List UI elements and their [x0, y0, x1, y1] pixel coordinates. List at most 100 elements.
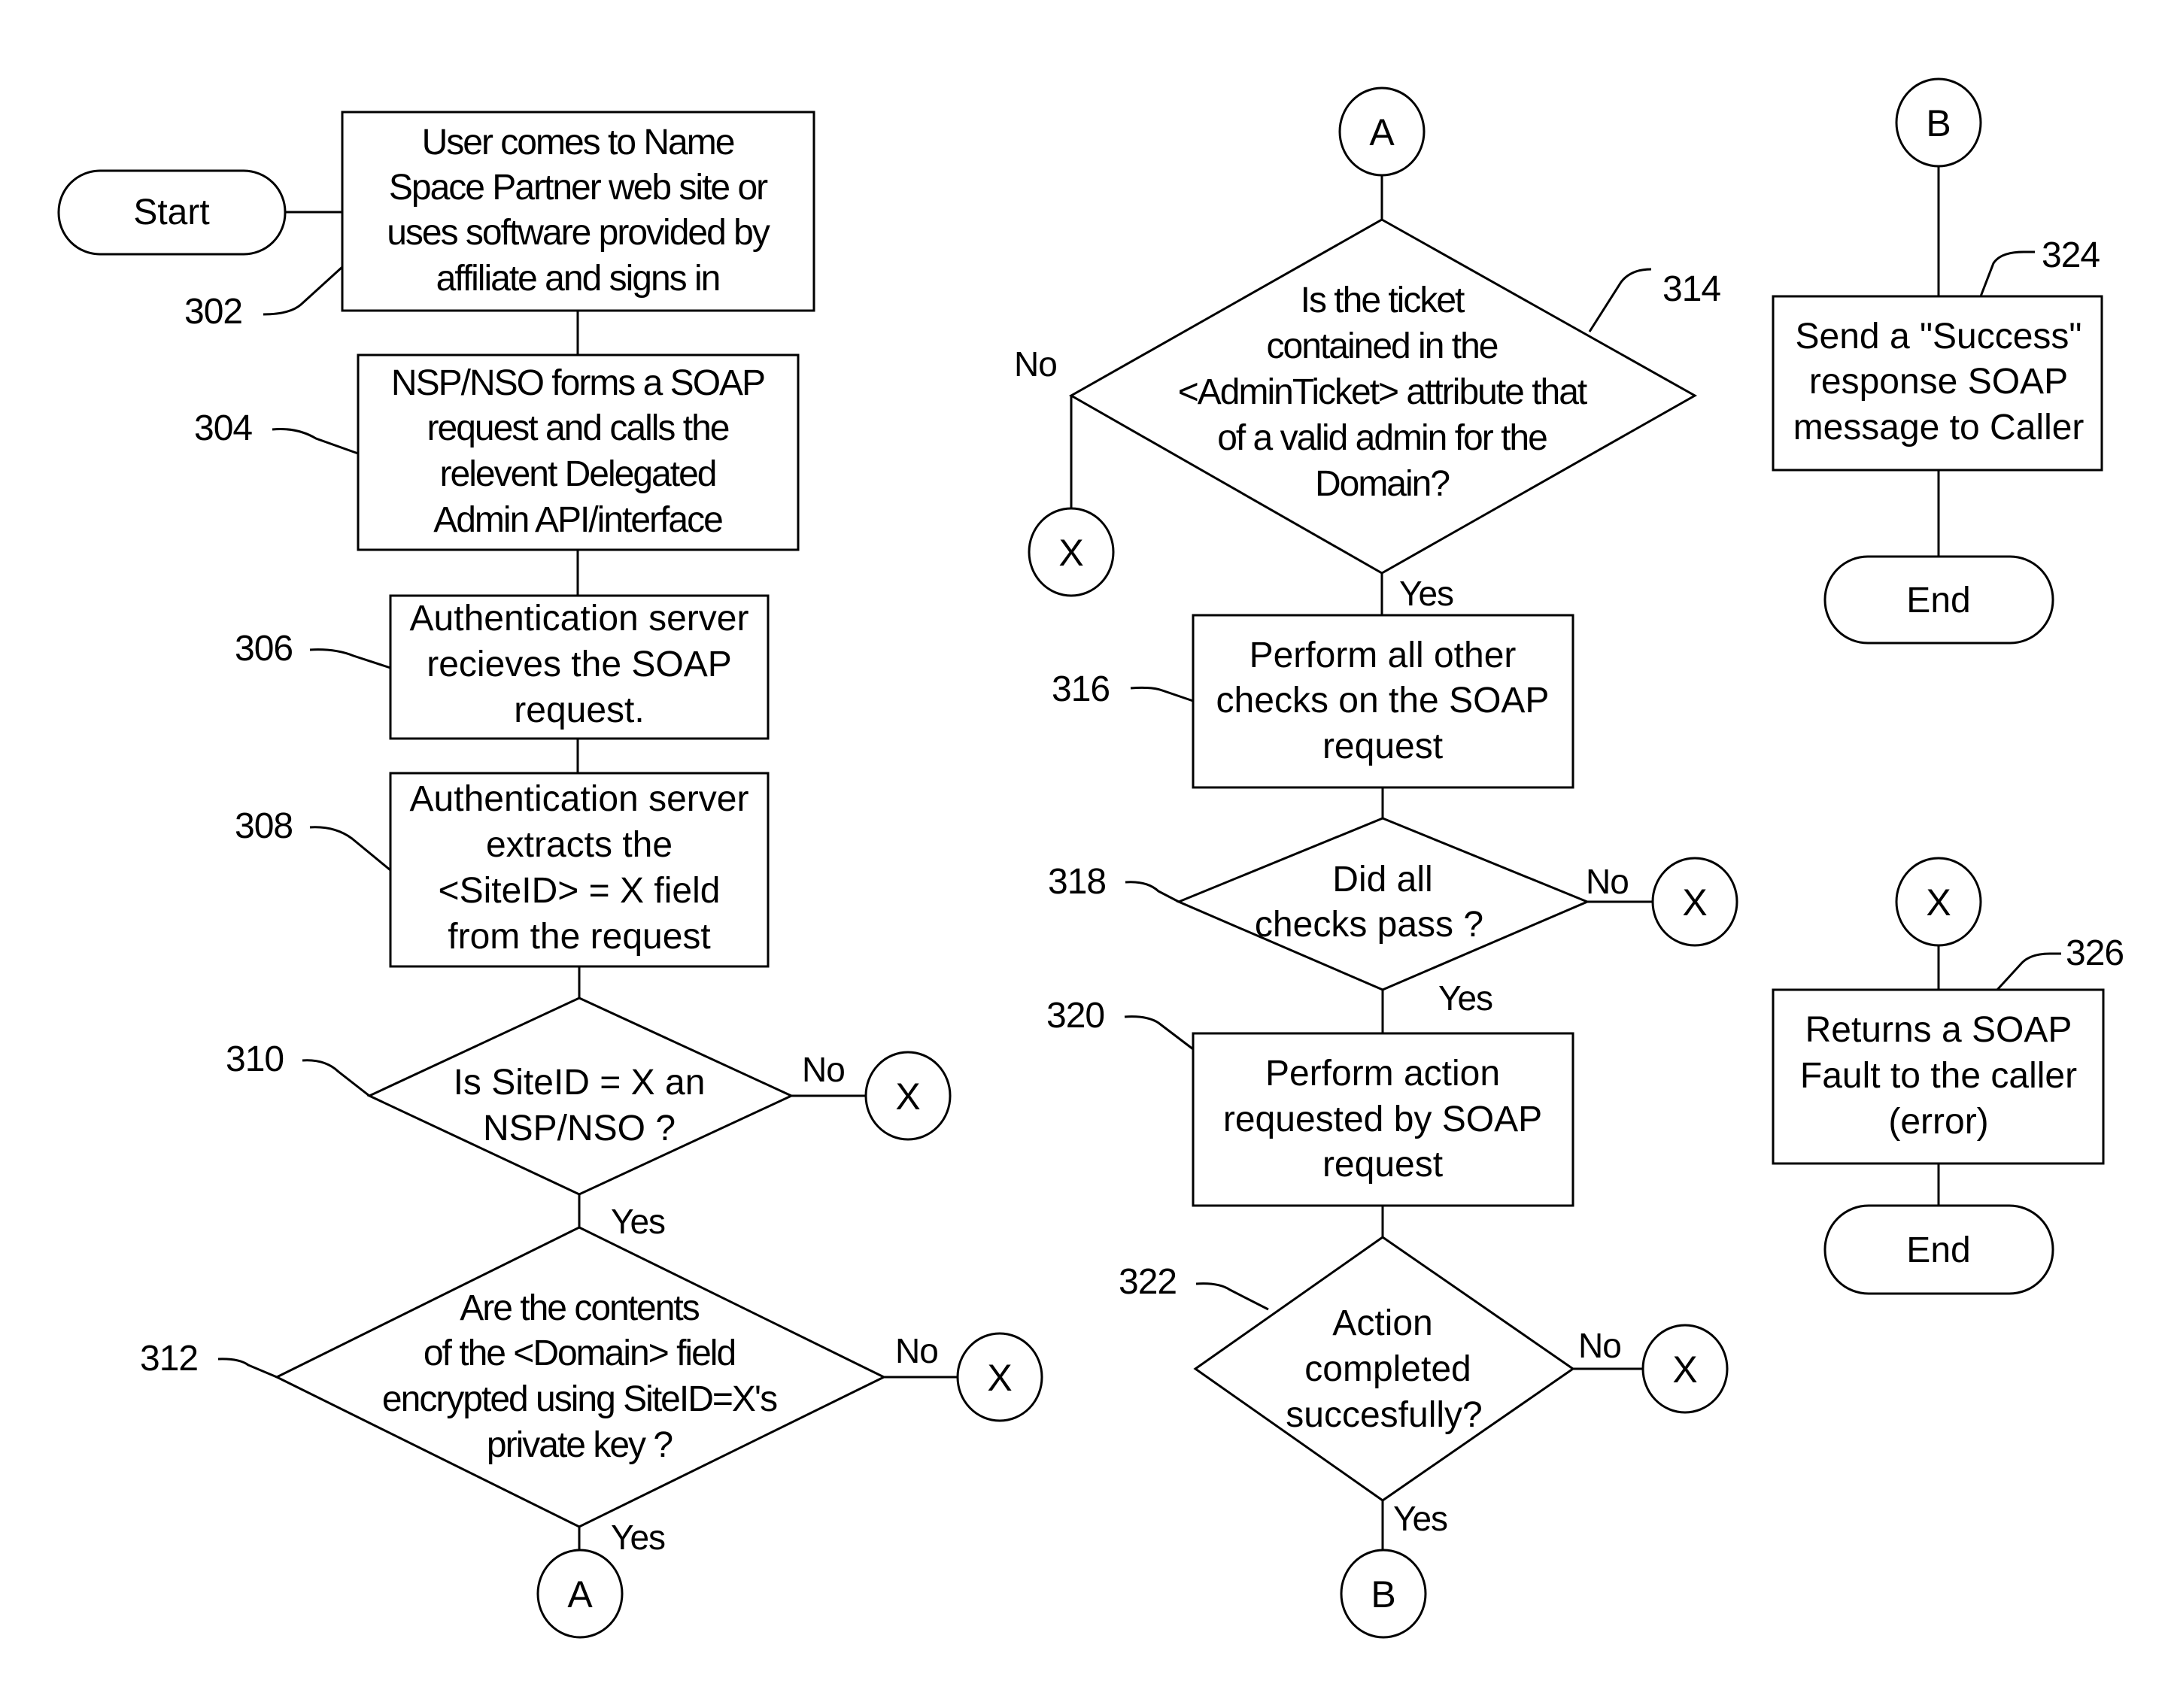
step-306-box: Authentication server recieves the SOAP … [389, 594, 770, 740]
decision-314-line: Domain? [1315, 464, 1449, 504]
connector-x: X [1895, 857, 1982, 947]
decision-318-line: checks pass ? [1255, 905, 1483, 945]
yes-label: Yes [611, 1518, 665, 1557]
connector-x-label: X [1682, 881, 1707, 924]
step-302-line: User comes to Name [422, 123, 734, 162]
step-304-line: request and calls the [427, 408, 729, 448]
step-320-line: Perform action [1265, 1054, 1500, 1094]
ref-320: 320 [1046, 996, 1104, 1036]
decision-310: Is SiteID = X an NSP/NSO ? [366, 997, 794, 1196]
connector-x-label: X [895, 1075, 920, 1118]
ref-308: 308 [235, 806, 293, 846]
step-304-line: NSP/NSO forms a SOAP [391, 363, 764, 403]
step-308-line: Authentication server [410, 779, 749, 819]
connector-b: B [1895, 77, 1982, 168]
connector-x: X [1651, 857, 1738, 947]
step-326-line: Fault to the caller [1800, 1056, 2077, 1096]
ref-320-leader [1124, 1015, 1194, 1051]
step-320-line: request [1322, 1145, 1443, 1185]
step-316-line: request [1322, 727, 1443, 766]
no-label: No [895, 1331, 938, 1370]
ref-318-leader [1125, 881, 1180, 903]
ref-314: 314 [1662, 269, 1720, 309]
step-306-line: Authentication server [410, 599, 749, 639]
step-306-line: request. [514, 690, 644, 730]
connector-x: X [864, 1051, 952, 1141]
decision-322-line: succesfully? [1286, 1395, 1482, 1435]
decision-318-line: Did all [1332, 860, 1432, 900]
ref-310-leader [302, 1059, 370, 1097]
step-302-box: User comes to Name Space Partner web sit… [341, 111, 815, 312]
no-label: No [1578, 1326, 1621, 1365]
decision-312-line: Are the contents [460, 1288, 700, 1328]
ref-304-leader [272, 428, 359, 455]
connector-x-label: X [1926, 881, 1951, 924]
step-316-box: Perform all other checks on the SOAP req… [1192, 614, 1574, 789]
connector-a-label: A [1369, 111, 1395, 153]
start-terminal: Start [57, 169, 287, 256]
ref-310: 310 [226, 1039, 284, 1079]
yes-label: Yes [1399, 574, 1453, 613]
decision-314: Is the ticket contained in the <AdminTic… [1068, 218, 1698, 575]
flowchart: Start User comes to Name Space Partner w… [57, 77, 2124, 1639]
decision-314-line: <AdminTicket> attribute that [1178, 372, 1587, 412]
ref-322-leader [1195, 1282, 1269, 1311]
connector-x: X [1641, 1324, 1729, 1414]
ref-326: 326 [2066, 933, 2124, 973]
no-label: No [1014, 344, 1057, 384]
decision-322-line: completed [1304, 1349, 1471, 1389]
step-326-line: (error) [1888, 1102, 1988, 1142]
step-308-line: extracts the [486, 825, 673, 865]
step-302-line: uses software provided by [387, 213, 770, 253]
connector-x-label: X [987, 1357, 1012, 1399]
ref-326-leader [1996, 952, 2061, 991]
no-label: No [802, 1050, 845, 1089]
ref-322: 322 [1119, 1262, 1177, 1302]
end-label: End [1906, 581, 1970, 620]
step-316-line: checks on the SOAP [1216, 681, 1550, 721]
connector-x-label: X [1058, 532, 1083, 574]
step-324-line: message to Caller [1793, 408, 2084, 447]
decision-310-line: Is SiteID = X an [454, 1063, 706, 1103]
ref-306: 306 [235, 629, 293, 669]
step-304-box: NSP/NSO forms a SOAP request and calls t… [357, 353, 800, 551]
end-label: End [1906, 1230, 1970, 1270]
connector-a: A [1338, 86, 1426, 177]
yes-label: Yes [1438, 978, 1492, 1018]
connector-x: X [956, 1332, 1043, 1422]
step-304-line: relevent Delegated [440, 454, 716, 494]
step-324-line: response SOAP [1809, 362, 2068, 402]
decision-312-line: private key ? [487, 1425, 672, 1465]
step-308-line: from the request [448, 917, 711, 957]
connector-a: A [536, 1549, 624, 1639]
step-306-line: recieves the SOAP [427, 645, 732, 684]
end-terminal-success: End [1823, 555, 2054, 645]
yes-label: Yes [611, 1202, 665, 1241]
step-326-line: Returns a SOAP [1805, 1010, 2072, 1050]
step-302-line: affiliate and signs in [436, 259, 720, 299]
decision-312-line: of the <Domain> field [424, 1333, 735, 1373]
step-308-box: Authentication server extracts the <Site… [389, 772, 770, 968]
ref-314-leader [1588, 268, 1652, 332]
decision-310-line: NSP/NSO ? [483, 1109, 676, 1148]
start-label: Start [133, 193, 209, 232]
connector-b-label: B [1926, 102, 1951, 144]
decision-312-line: encrypted using SiteID=X's [382, 1379, 777, 1419]
decision-314-line: of a valid admin for the [1217, 418, 1547, 458]
decision-318: Did all checks pass ? [1176, 817, 1590, 991]
ref-308-leader [309, 826, 391, 872]
ref-324: 324 [2042, 235, 2100, 275]
ref-316-leader [1130, 686, 1194, 702]
end-terminal-error: End [1823, 1204, 2054, 1295]
connector-x-label: X [1672, 1349, 1697, 1391]
decision-322: Action completed succesfully? [1193, 1236, 1575, 1502]
step-326-box: Returns a SOAP Fault to the caller (erro… [1772, 988, 2105, 1165]
ref-324-leader [1979, 250, 2035, 297]
step-320-line: requested by SOAP [1223, 1100, 1542, 1139]
ref-312: 312 [140, 1339, 198, 1379]
no-label: No [1586, 862, 1629, 901]
step-304-line: Admin API/interface [433, 500, 722, 540]
step-316-line: Perform all other [1249, 636, 1517, 675]
ref-318: 318 [1048, 862, 1106, 902]
ref-304: 304 [194, 408, 252, 448]
